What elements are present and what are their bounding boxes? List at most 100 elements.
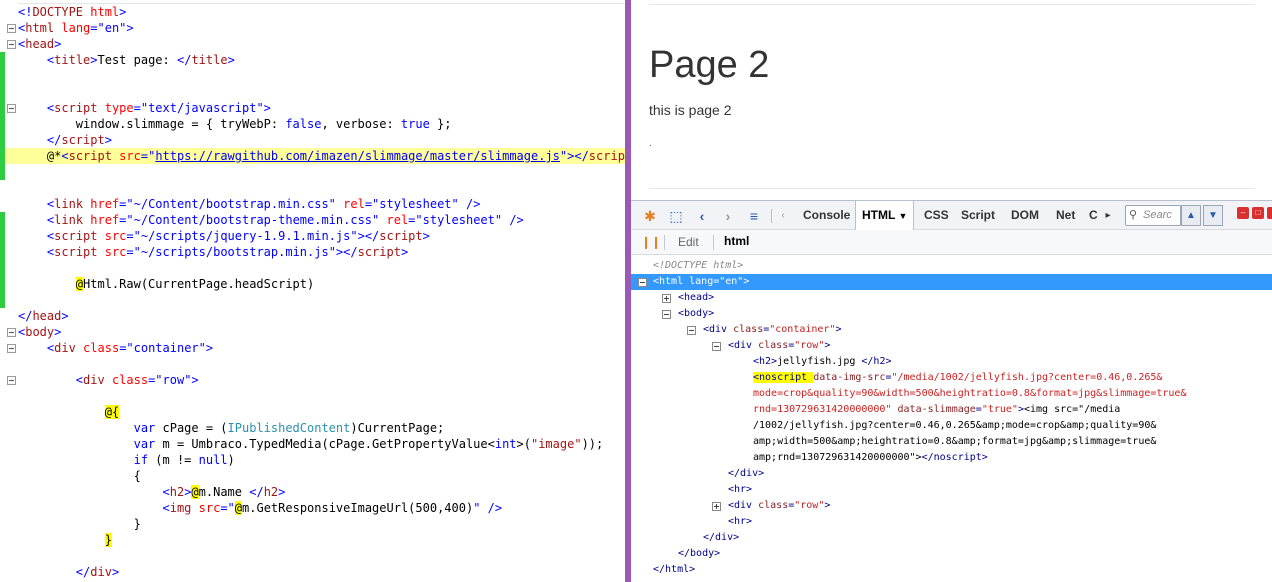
code-line[interactable]: <head> [0,36,625,52]
code-line[interactable] [0,356,625,372]
code-line[interactable] [0,388,625,404]
tree-node[interactable]: <h2>jellyfish.jpg </h2> [631,354,1272,370]
code-line[interactable]: @{ [0,404,625,420]
code-line[interactable]: </div> [0,564,625,580]
tree-node[interactable]: amp;width=500&amp;heightratio=0.8&amp;fo… [631,434,1272,450]
search-next-button[interactable]: ▼ [1203,205,1223,226]
tree-node[interactable]: <noscript data-img-src="/media/1002/jell… [631,370,1272,386]
code-line[interactable]: <body> [0,324,625,340]
code-line[interactable] [0,292,625,308]
code-editor[interactable]: <!DOCTYPE html> <html lang="en"> <head> <t… [0,0,625,582]
code-line[interactable] [0,68,625,84]
code-line[interactable] [0,164,625,180]
edit-button[interactable]: Edit [678,235,699,249]
tab-console[interactable]: Console [797,201,856,230]
code-line[interactable]: } [0,532,625,548]
tree-node[interactable]: <div class="row"> [631,498,1272,514]
command-line-icon[interactable]: ≡ [745,207,763,225]
collapse-icon[interactable] [638,278,647,287]
tree-node[interactable]: <head> [631,290,1272,306]
firebug-search-input[interactable]: ⚲ Searc [1125,205,1181,226]
code-line[interactable]: <h2>@m.Name </h2> [0,484,625,500]
code-line[interactable]: { [0,468,625,484]
minimize-icon[interactable]: – [1237,207,1249,219]
tree-node[interactable]: /1002/jellyfish.jpg?center=0.46,0.265&am… [631,418,1272,434]
page-heading: Page 2 [649,44,770,86]
tab-net[interactable]: Net [1050,201,1081,230]
tab-css[interactable]: CSS [918,201,955,230]
code-line[interactable]: @*<script src="https://rawgithub.com/ima… [0,148,625,164]
collapse-icon[interactable] [687,326,696,335]
tree-node[interactable]: rnd=130729631420000000" data-slimmage="t… [631,402,1272,418]
code-line[interactable]: @Html.Raw(CurrentPage.headScript) [0,276,625,292]
code-line[interactable]: <img src="@m.GetResponsiveImageUrl(500,4… [0,500,625,516]
tab-overflow[interactable]: C [1087,201,1100,230]
code-line[interactable]: <html lang="en"> [0,20,625,36]
code-line[interactable]: var cPage = (IPublishedContent)CurrentPa… [0,420,625,436]
code-line[interactable]: } [0,516,625,532]
code-line[interactable]: <script src="~/scripts/jquery-1.9.1.min.… [0,228,625,244]
tree-node[interactable]: </div> [631,530,1272,546]
collapse-icon[interactable] [712,342,721,351]
tree-node[interactable]: <hr> [631,482,1272,498]
code-line[interactable]: <div class="container"> [0,340,625,356]
collapse-icon[interactable] [662,310,671,319]
tree-node[interactable]: <body> [631,306,1272,322]
tree-node[interactable]: <div class="row"> [631,338,1272,354]
breadcrumb-html[interactable]: html [724,234,749,248]
tree-node[interactable]: </div> [631,466,1272,482]
search-prev-button[interactable]: ▲ [1181,205,1201,226]
code-line[interactable]: <script type="text/javascript"> [0,100,625,116]
collapse-toggle-icon[interactable] [7,328,16,337]
tree-node[interactable]: <div class="container"> [631,322,1272,338]
code-line[interactable]: if (m != null) [0,452,625,468]
code-line[interactable]: var m = Umbraco.TypedMedia(cPage.GetProp… [0,436,625,452]
code-line[interactable] [0,180,625,196]
expand-icon[interactable] [712,502,721,511]
code-line[interactable]: <!DOCTYPE html> [0,4,625,20]
code-line[interactable]: <div class="row"> [0,372,625,388]
close-icon[interactable] [1267,207,1272,219]
collapse-toggle-icon[interactable] [7,24,16,33]
tree-node[interactable]: mode=crop&quality=90&width=500&heightrat… [631,386,1272,402]
code-token: script [54,245,98,259]
tree-node[interactable]: amp;rnd=130729631420000000"></noscript> [631,450,1272,466]
code-line[interactable]: </script> [0,132,625,148]
break-on-mutate-icon[interactable]: ❙❙ [641,235,661,249]
tree-token: > [824,340,831,351]
tab-dom[interactable]: DOM [1005,201,1045,230]
code-line[interactable]: </head> [0,308,625,324]
tree-node-selected[interactable]: <html lang="en"> [631,274,1272,290]
tabs-scroll-right-icon[interactable]: ▸ [1103,207,1113,225]
forward-icon[interactable]: › [719,207,737,225]
expand-icon[interactable] [662,294,671,303]
code-line[interactable] [0,84,625,100]
code-line[interactable]: <title>Test page: </title> [0,52,625,68]
tab-html[interactable]: HTML ▼ [855,201,915,230]
code-line[interactable] [0,260,625,276]
firebug-menu-icon[interactable]: ✱ [641,207,659,225]
code-line[interactable]: <link href="~/Content/bootstrap-theme.mi… [0,212,625,228]
collapse-toggle-icon[interactable] [7,40,16,49]
html-tree[interactable]: <!DOCTYPE html> <html lang="en"> <head> <bo… [631,256,1272,582]
tabs-scroll-left-icon[interactable]: ‹ [777,207,789,225]
collapse-toggle-icon[interactable] [7,104,16,113]
back-icon[interactable]: ‹ [693,207,711,225]
code-token: h2 [263,485,279,499]
code-line[interactable]: <link href="~/Content/bootstrap.min.css"… [0,196,625,212]
collapse-toggle-icon[interactable] [7,376,16,385]
collapse-toggle-icon[interactable] [7,344,16,353]
code-text: <h2>@m.Name </h2> [18,484,285,500]
code-token: </ [176,53,192,67]
tree-node[interactable]: <hr> [631,514,1272,530]
code-line[interactable]: window.slimmage = { tryWebP: false, verb… [0,116,625,132]
tree-node[interactable]: <!DOCTYPE html> [631,258,1272,274]
tab-script[interactable]: Script [955,201,1001,230]
code-line[interactable]: <script src="~/scripts/bootstrap.min.js"… [0,244,625,260]
tree-node[interactable]: </body> [631,546,1272,562]
inspect-icon[interactable]: ⬚ [667,207,685,225]
tree-node[interactable]: </html> [631,562,1272,578]
detach-icon[interactable]: □ [1252,207,1264,219]
code-line[interactable] [0,548,625,564]
